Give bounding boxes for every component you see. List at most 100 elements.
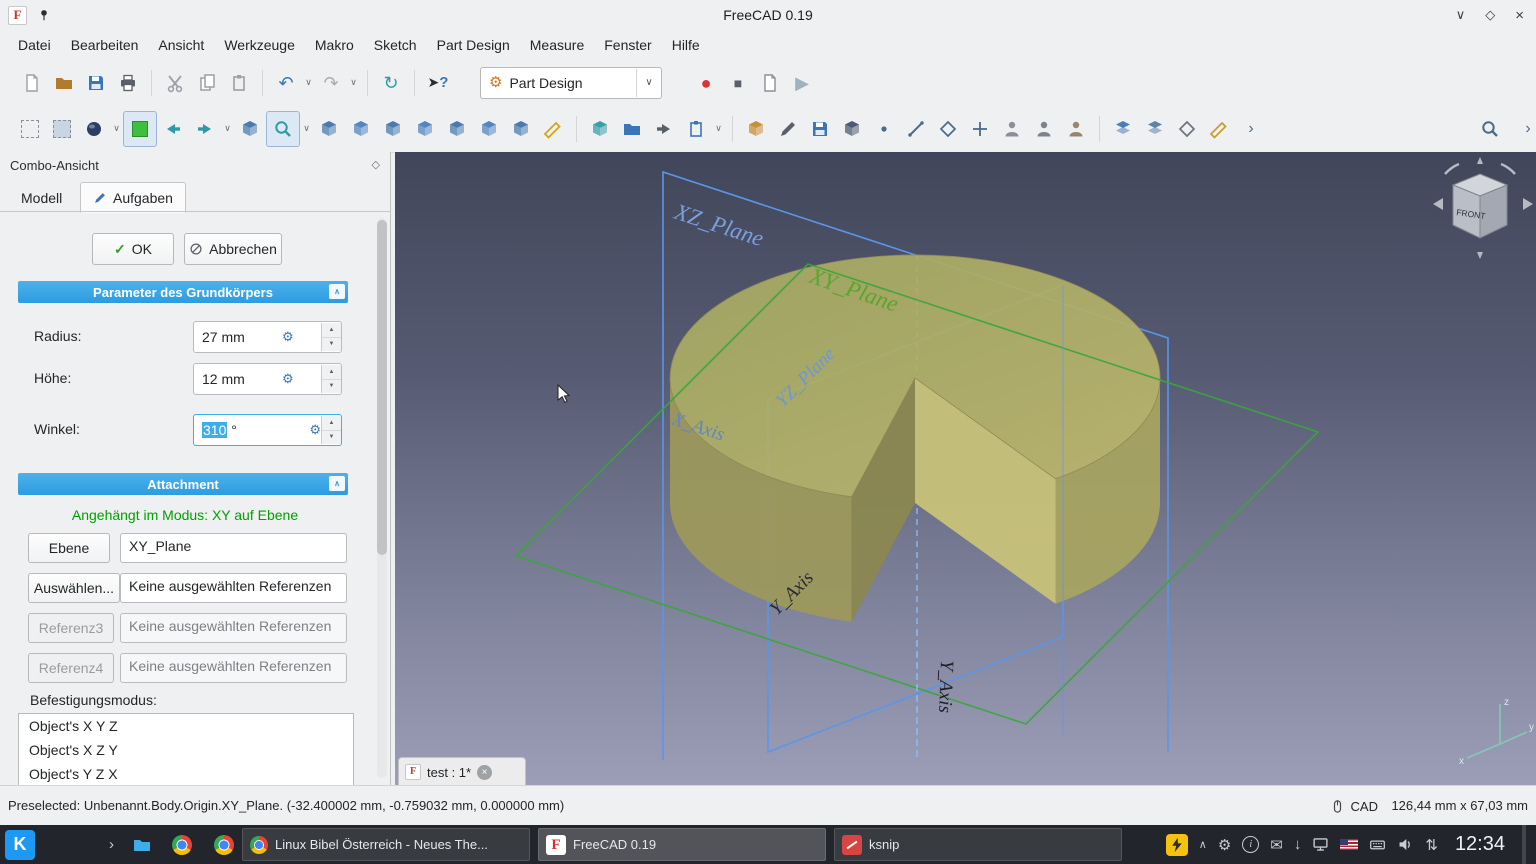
selection-view-button[interactable] [123,111,157,147]
view-isometric-button[interactable] [234,112,266,146]
reference2-input[interactable] [121,574,334,594]
winkel-value[interactable]: 310 ° [194,422,237,438]
mode-item[interactable]: Object's Y Z X [19,762,353,785]
nav-style-selector[interactable]: CAD [1330,786,1378,826]
collapse-icon[interactable]: ∧ [329,284,345,299]
menu-part-design[interactable]: Part Design [427,31,520,60]
document-close-icon[interactable]: × [477,765,492,780]
reference1-input[interactable] [121,534,334,554]
appearance-button[interactable] [78,112,110,146]
ebene-button[interactable]: Ebene [28,533,110,563]
app-launcher-icon[interactable]: K [5,830,35,860]
menu-sketch[interactable]: Sketch [364,31,427,60]
radius-spinbox[interactable]: ⚙ ▲ ▼ [193,321,342,353]
hoehe-input[interactable] [194,371,280,387]
radius-input[interactable] [194,329,280,345]
print-button[interactable] [112,66,144,100]
undo-dropdown[interactable]: ∨ [302,66,315,100]
nav-forward-button[interactable] [189,112,221,146]
menu-werkzeuge[interactable]: Werkzeuge [214,31,305,60]
menu-bearbeiten[interactable]: Bearbeiten [61,31,149,60]
mode-item[interactable]: Object's X Y Z [19,714,353,738]
menu-datei[interactable]: Datei [8,31,61,60]
document-tab[interactable]: F test : 1* × [398,757,526,786]
spin-up-icon[interactable]: ▲ [322,416,341,431]
winkel-stepper[interactable]: ▲ ▼ [321,416,341,444]
radius-stepper[interactable]: ▲ ▼ [321,323,341,351]
info-tray-icon[interactable]: i [1242,836,1259,853]
edge-overflow-button[interactable]: › [1512,112,1536,146]
measure-button[interactable] [537,112,569,146]
new-document-button[interactable] [16,66,48,100]
robot-sim-button-3[interactable] [1060,112,1092,146]
mode-item[interactable]: Object's X Z Y [19,738,353,762]
box-element-selection-button[interactable] [46,112,78,146]
replace-link-button[interactable] [680,112,712,146]
spin-down-icon[interactable]: ▼ [322,338,341,352]
navcube-right-arrow-icon[interactable] [1523,198,1533,210]
spin-down-icon[interactable]: ▼ [322,431,341,445]
redo-button[interactable]: ↷ [315,66,347,100]
taskbar-window-freecad[interactable]: F FreeCAD 0.19 [538,828,826,861]
panel-chevron-icon[interactable]: › [109,836,114,853]
hoehe-spinbox[interactable]: ⚙ ▲ ▼ [193,363,342,395]
open-document-button[interactable] [48,66,80,100]
attachment-section-header[interactable]: Attachment ∧ [18,473,348,495]
minimize-icon[interactable]: ∨ [1456,7,1466,23]
3d-viewport[interactable]: XZ_Plane XY_Plane YZ_Plane X_Axis Y_Axis… [395,152,1536,785]
expression-gear-icon[interactable]: ⚙ [282,329,294,345]
create-line-button[interactable] [900,112,932,146]
menu-makro[interactable]: Makro [305,31,364,60]
refine-shape-button[interactable] [836,112,868,146]
show-desktop-button[interactable] [1522,825,1526,864]
panel-scrollbar-thumb[interactable] [377,220,387,555]
nav-back-button[interactable] [157,112,189,146]
macro-dialog-button[interactable] [754,66,786,100]
workbench-selector[interactable]: ⚙ Part Design ∨ [480,67,662,99]
create-body-button[interactable] [772,112,804,146]
keyboard-tray-icon[interactable] [1369,836,1386,853]
menu-hilfe[interactable]: Hilfe [662,31,710,60]
spin-up-icon[interactable]: ▲ [322,323,341,338]
volume-tray-icon[interactable] [1397,836,1414,853]
toolbar-overflow-button[interactable]: › [1235,112,1267,146]
download-tray-icon[interactable]: ↓ [1294,836,1302,853]
navcube-rotate-cw-icon[interactable] [1501,164,1515,174]
menu-ansicht[interactable]: Ansicht [148,31,214,60]
macro-stop-button[interactable]: ■ [722,66,754,100]
export-button[interactable] [804,112,836,146]
create-part-button[interactable] [740,112,772,146]
robot-sim-button-2[interactable] [1028,112,1060,146]
new-group-button[interactable] [616,112,648,146]
reference1-field[interactable] [120,533,347,563]
navcube-down-arrow-icon[interactable] [1477,252,1483,259]
tray-expand-icon[interactable]: ∧ [1199,838,1207,851]
winkel-spinbox[interactable]: 310 ° ⚙ ▲ ▼ [193,414,342,446]
y-axis-label-2[interactable]: Y_Axis [934,660,957,713]
keyboard-layout-us-flag-icon[interactable] [1340,839,1358,850]
create-plane-button[interactable] [932,112,964,146]
maximize-icon[interactable]: ◇ [1485,7,1495,23]
xz-plane-label[interactable]: XZ_Plane [671,199,767,252]
primitive-section-header[interactable]: Parameter des Grundkörpers ∧ [18,281,348,303]
auswaehlen-button[interactable]: Auswählen... [28,573,120,603]
taskbar-window-browser[interactable]: Linux Bibel Österreich - Neues The... [242,828,530,861]
taskbar-window-ksnip[interactable]: ksnip [834,828,1122,861]
paste-button[interactable] [223,66,255,100]
navcube-up-arrow-icon[interactable] [1477,157,1483,164]
menu-measure[interactable]: Measure [520,31,594,60]
texture-button[interactable] [1203,112,1235,146]
macro-record-button[interactable]: ● [690,66,722,100]
navcube-left-arrow-icon[interactable] [1433,198,1443,210]
draw-style-button[interactable] [1107,112,1139,146]
view-top-button[interactable] [377,112,409,146]
macro-play-button[interactable]: ▶ [786,66,818,100]
refresh-button[interactable]: ↻ [375,66,407,100]
redo-dropdown[interactable]: ∨ [347,66,360,100]
export-link-button[interactable] [648,112,680,146]
chrome-launcher-icon[interactable] [172,835,192,855]
robot-sim-button-1[interactable] [996,112,1028,146]
chromium-launcher-icon[interactable] [214,835,234,855]
menu-fenster[interactable]: Fenster [594,31,661,60]
close-icon[interactable]: × [1515,7,1524,24]
